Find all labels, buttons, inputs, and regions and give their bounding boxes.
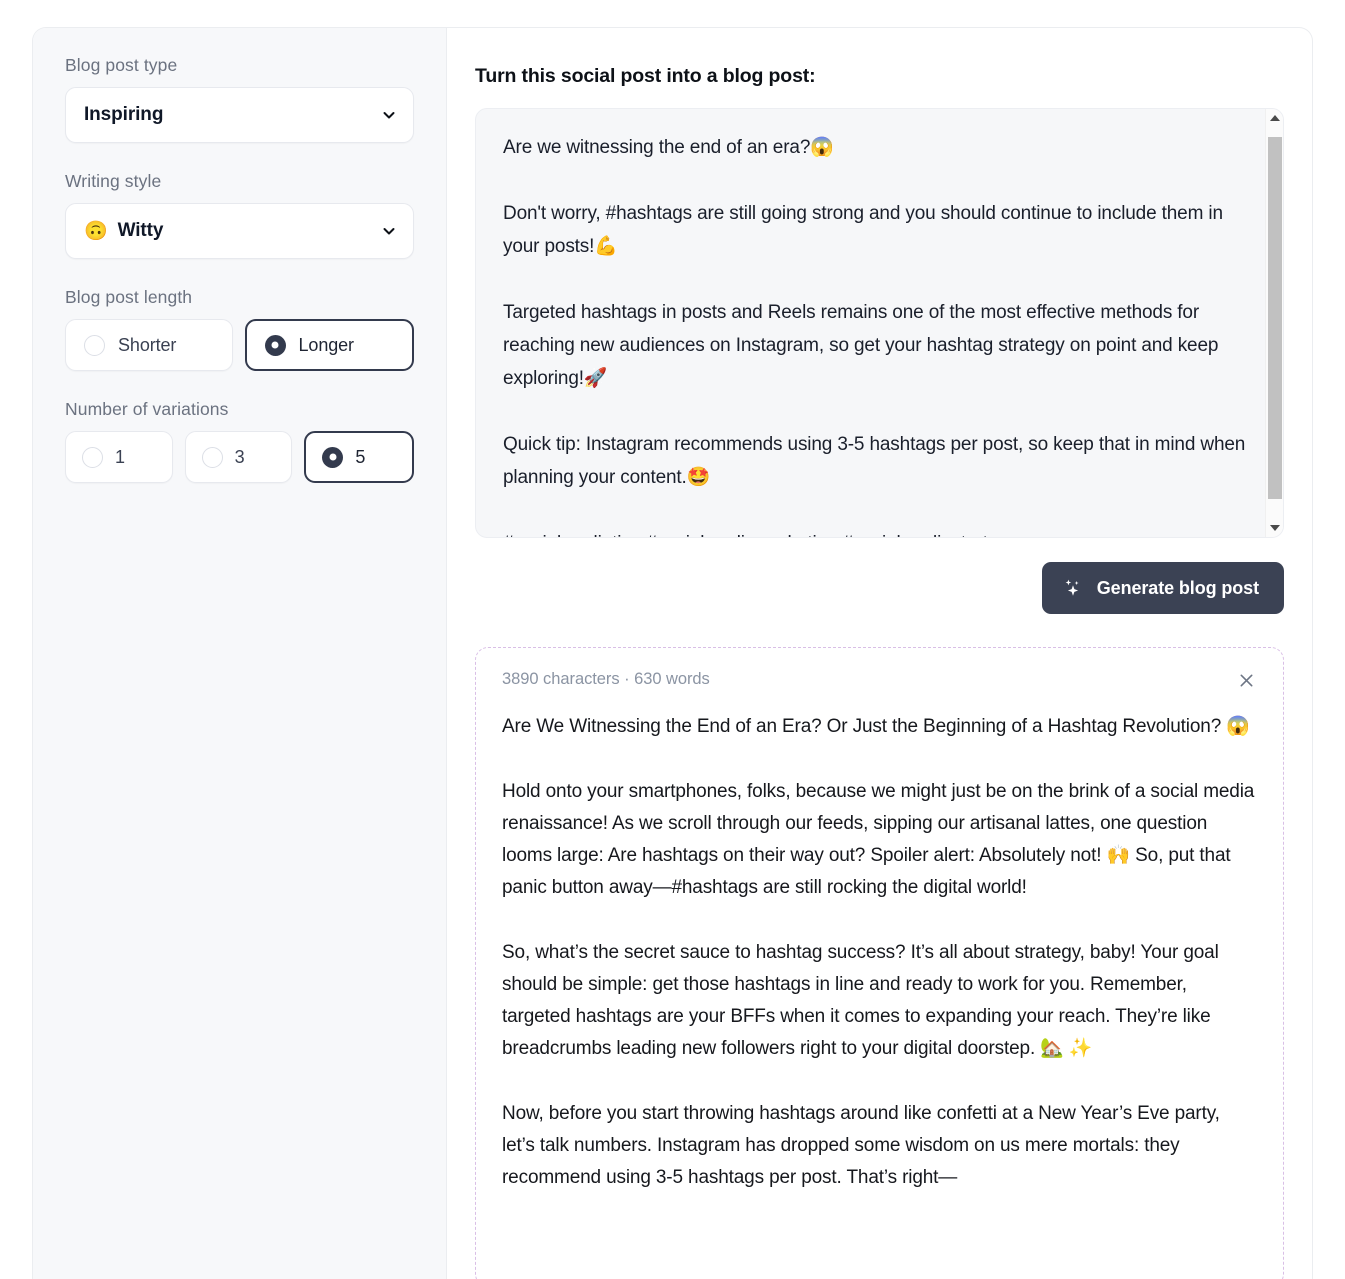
option-label: 3: [234, 446, 245, 467]
sparkles-icon: [1062, 577, 1084, 599]
close-icon[interactable]: [1233, 667, 1259, 693]
main-content: Turn this social post into a blog post: …: [447, 28, 1312, 1279]
blog-post-type-value: Inspiring: [84, 104, 164, 125]
number-of-variations-label: Number of variations: [65, 399, 229, 419]
generated-blog-post-body: Are We Witnessing the End of an Era? Or …: [502, 711, 1257, 1194]
blog-post-length-group: Shorter Longer: [65, 319, 414, 371]
option-label: 1: [115, 446, 125, 467]
generate-blog-post-label: Generate blog post: [1096, 577, 1259, 598]
writing-style-value: 🙃 Witty: [84, 220, 163, 242]
generate-blog-post-button[interactable]: Generate blog post: [1041, 562, 1284, 614]
writing-style-text: Witty: [117, 220, 164, 241]
social-post-text: Are we witnessing the end of an era?😱 Do…: [476, 109, 1265, 537]
blog-post-length-label: Blog post length: [65, 287, 193, 307]
option-variations-1[interactable]: 1: [65, 431, 173, 483]
chevron-down-icon: [382, 224, 396, 238]
option-variations-5[interactable]: 5: [304, 431, 415, 483]
result-paragraph: Now, before you start throwing hashtags …: [502, 1103, 1220, 1188]
radio-icon: [84, 334, 105, 356]
generate-row: Generate blog post: [475, 562, 1284, 614]
writing-style-select[interactable]: 🙃 Witty: [65, 203, 414, 259]
input-paragraph: Don't worry, #hashtags are still going s…: [503, 203, 1223, 257]
option-label: Longer: [298, 334, 355, 355]
settings-sidebar: Blog post type Inspiring Writing style 🙃…: [33, 28, 447, 1279]
app-root: Blog post type Inspiring Writing style 🙃…: [0, 0, 1345, 1279]
result-paragraph: Hold onto your smartphones, folks, becau…: [502, 781, 1255, 898]
scroll-up-arrow-icon[interactable]: [1266, 109, 1283, 127]
blog-post-type-select[interactable]: Inspiring: [65, 87, 414, 143]
input-paragraph: Targeted hashtags in posts and Reels rem…: [503, 302, 1219, 389]
input-paragraph: Quick tip: Instagram recommends using 3-…: [503, 434, 1246, 488]
radio-icon: [82, 446, 103, 468]
chevron-down-icon: [382, 108, 396, 122]
radio-icon: [201, 446, 223, 468]
option-variations-3[interactable]: 3: [184, 431, 293, 483]
result-meta-stats: 3890 characters · 630 words: [502, 670, 710, 688]
scrollbar-thumb[interactable]: [1268, 137, 1282, 499]
generated-result-card: 3890 characters · 630 words Are We Witne…: [475, 647, 1284, 1279]
option-blog-post-length-shorter[interactable]: Shorter: [65, 319, 233, 371]
option-label: Shorter: [118, 334, 177, 355]
writing-style-label: Writing style: [65, 171, 162, 191]
textarea-scrollbar[interactable]: [1265, 109, 1283, 537]
input-paragraph: Are we witnessing the end of an era?😱: [503, 137, 834, 158]
number-of-variations-group: 1 3 5: [65, 431, 415, 483]
radio-selected-icon: [264, 334, 286, 356]
option-blog-post-length-longer[interactable]: Longer: [244, 319, 414, 371]
radio-selected-icon: [322, 446, 344, 468]
social-post-textarea[interactable]: Are we witnessing the end of an era?😱 Do…: [475, 108, 1284, 538]
result-paragraph: Are We Witnessing the End of an Era? Or …: [502, 716, 1250, 737]
writing-style-emoji-icon: 🙃: [84, 220, 108, 242]
result-paragraph: So, what’s the secret sauce to hashtag s…: [502, 942, 1219, 1059]
scroll-down-arrow-icon[interactable]: [1266, 519, 1283, 537]
input-paragraph: #socialmediatips #socialmediamarketing #…: [503, 527, 1259, 537]
blog-post-type-label: Blog post type: [65, 55, 178, 75]
option-label: 5: [355, 446, 366, 467]
tool-panel: Blog post type Inspiring Writing style 🙃…: [32, 27, 1313, 1279]
page-title: Turn this social post into a blog post:: [475, 65, 816, 87]
